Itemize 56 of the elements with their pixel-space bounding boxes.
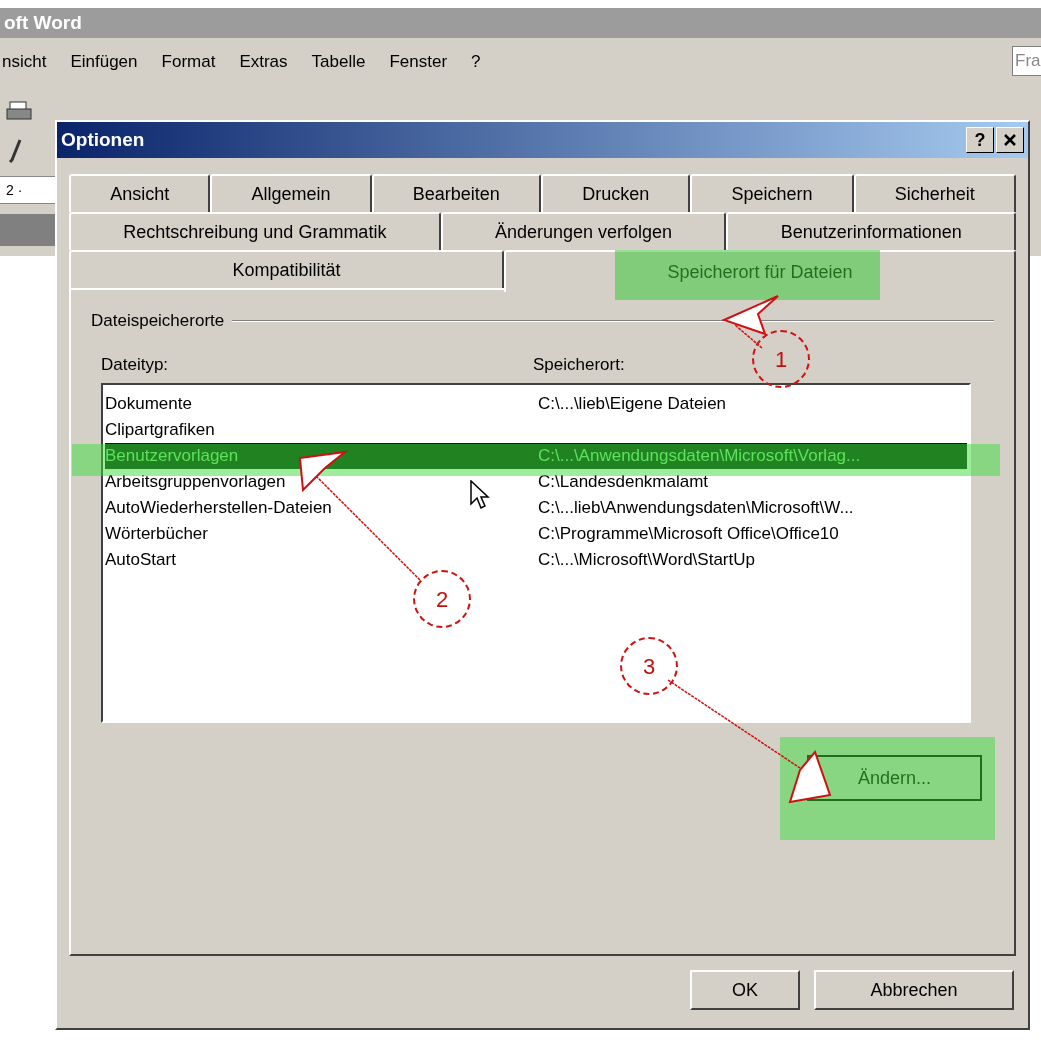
pencil-icon[interactable] — [8, 138, 24, 164]
close-icon — [1003, 133, 1017, 147]
file-type: Arbeitsgruppenvorlagen — [105, 472, 286, 492]
mouse-pointer-icon — [470, 480, 490, 510]
file-type: Wörterbücher — [105, 524, 208, 544]
tab[interactable]: Sicherheit — [853, 174, 1016, 212]
help-button[interactable]: ? — [966, 127, 994, 153]
tab[interactable]: Bearbeiten — [371, 174, 541, 212]
list-row[interactable]: Dokumente C:\...\lieb\Eigene Dateien — [105, 391, 967, 417]
group-label: Dateispeicherorte — [91, 310, 225, 332]
dialog-title: Optionen — [61, 127, 146, 152]
file-location: C:\Landesdenkmalamt — [538, 472, 709, 492]
column-header: Dateityp: — [101, 353, 170, 376]
tab[interactable]: Speichern — [690, 174, 854, 212]
file-location: C:\...\Microsoft\Word\StartUp — [538, 550, 755, 570]
dialog-button[interactable]: Abbrechen — [814, 970, 1014, 1010]
tab[interactable]: Kompatibilität — [69, 250, 504, 288]
annotation-arrow — [721, 295, 779, 349]
file-type: AutoStart — [105, 550, 176, 570]
menu-item[interactable]: Fenster — [389, 49, 448, 75]
file-type: Clipartgrafiken — [105, 420, 215, 440]
file-location: C:\...\lieb\Eigene Dateien — [538, 394, 727, 414]
column-header: Speicherort: — [533, 353, 625, 376]
close-button[interactable] — [996, 127, 1024, 153]
annotation-number: 3 — [620, 637, 678, 695]
printer-icon[interactable] — [6, 100, 32, 122]
list-row[interactable]: AutoWiederherstellen-Dateien C:\...lieb\Anwendungsdaten\Microsoft\W... — [105, 495, 967, 521]
file-type: Dokumente — [105, 394, 192, 414]
menu-item[interactable]: Extras — [239, 49, 288, 75]
menu-item[interactable]: ? — [471, 49, 481, 75]
app-title: oft Word — [4, 10, 82, 35]
tab[interactable]: Benutzerinformationen — [726, 212, 1016, 250]
ruler-label: 2 · — [6, 180, 23, 200]
file-location: C:\...lieb\Anwendungsdaten\Microsoft\W... — [538, 498, 854, 518]
list-row[interactable]: Wörterbücher C:\Programme\Microsoft Office\Office10 — [105, 521, 967, 547]
file-type: AutoWiederherstellen-Dateien — [105, 498, 332, 518]
tab[interactable]: Drucken — [541, 174, 691, 212]
list-row[interactable]: AutoStart C:\...\Microsoft\Word\StartUp — [105, 547, 967, 573]
tab[interactable]: Allgemein — [210, 174, 372, 212]
file-locations-list[interactable] — [101, 383, 971, 723]
dialog-button[interactable]: OK — [690, 970, 800, 1010]
menu-item[interactable]: Einfügen — [70, 49, 138, 75]
menu-item[interactable]: Tabelle — [311, 49, 366, 75]
annotation-number: 2 — [413, 570, 471, 628]
file-type: Benutzervorlagen — [105, 446, 239, 466]
list-row[interactable]: Arbeitsgruppenvorlagen C:\Landesdenkmalamt — [105, 469, 967, 495]
menu-item[interactable]: Format — [161, 49, 216, 75]
list-row[interactable]: Clipartgrafiken — [105, 417, 967, 443]
annotation-number: 1 — [752, 330, 810, 388]
file-location: C:\...\Anwendungsdaten\Microsoft\Vorlag... — [538, 446, 861, 466]
tab[interactable]: Änderungen verfolgen — [440, 212, 727, 250]
menu-item[interactable]: nsicht — [2, 49, 47, 75]
help-search-field[interactable]: Fra — [1012, 46, 1041, 76]
file-location: C:\Programme\Microsoft Office\Office10 — [538, 524, 839, 544]
tab[interactable]: Ansicht — [69, 174, 211, 212]
tab[interactable]: Rechtschreibung und Grammatik — [69, 212, 441, 250]
